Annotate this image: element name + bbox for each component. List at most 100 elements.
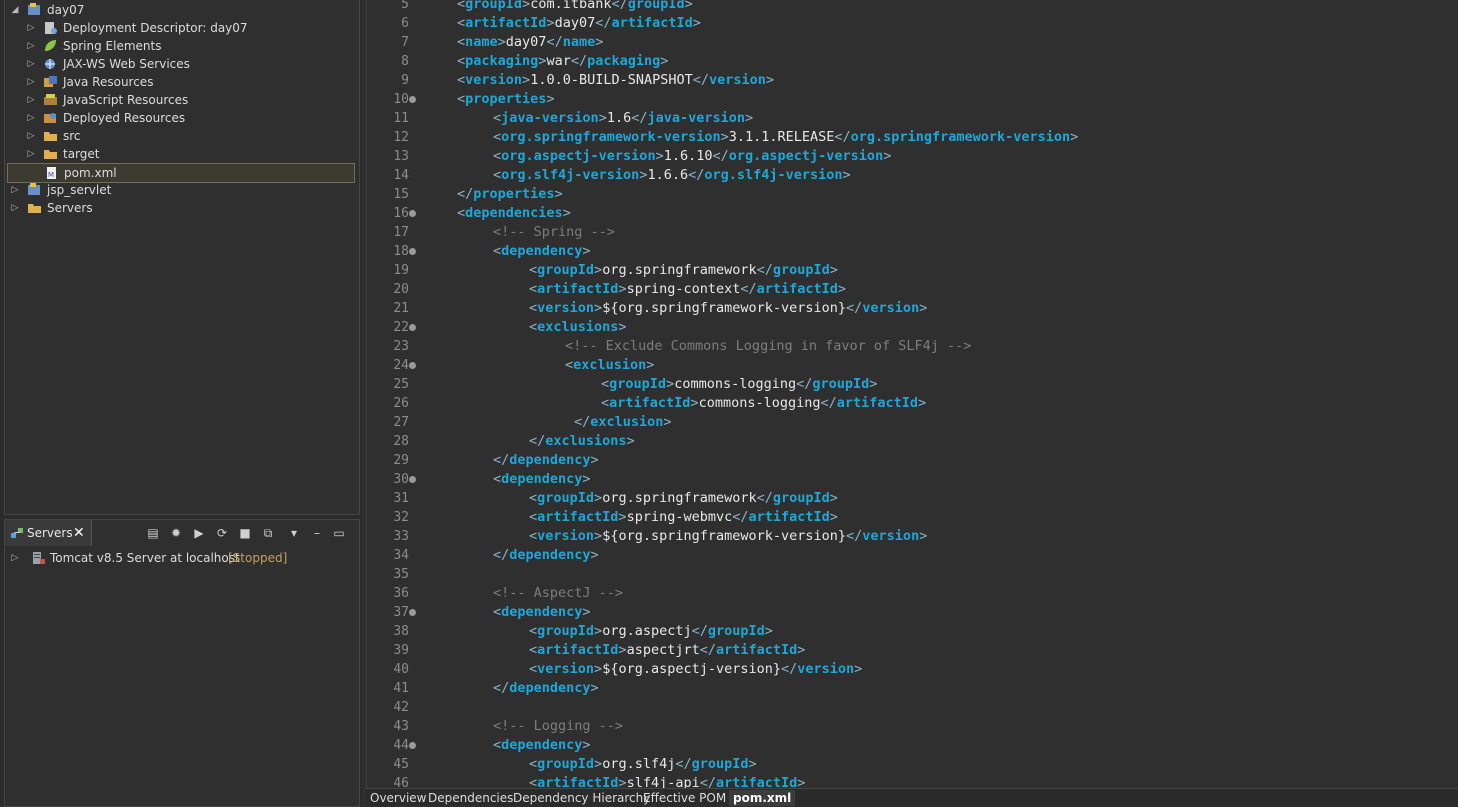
server-row[interactable]: ▷ Tomcat v8.5 Server at localhost [Stopp… bbox=[9, 549, 349, 567]
deployed-resources-icon bbox=[44, 113, 56, 123]
servers-view-icon bbox=[11, 528, 23, 538]
tree-item-deployment-descriptor-day07[interactable]: ▷ Deployment Descriptor: day07 bbox=[25, 19, 335, 37]
fold-toggle-icon[interactable] bbox=[409, 210, 416, 217]
maximize-icon[interactable]: ▭ bbox=[332, 526, 346, 540]
tree-item-label: JavaScript Resources bbox=[63, 93, 189, 107]
tab-servers[interactable]: Servers ✕ bbox=[5, 520, 92, 546]
code-line: <dependency> bbox=[493, 604, 591, 620]
code-line: <groupId>org.slf4j</groupId> bbox=[529, 756, 757, 772]
line-number: 32 bbox=[393, 510, 409, 525]
expand-arrow-icon[interactable]: ▷ bbox=[25, 37, 37, 55]
line-number: 27 bbox=[393, 415, 409, 430]
tree-item-pom-xml[interactable]: Mpom.xml bbox=[7, 163, 355, 183]
code-line: <name>day07</name> bbox=[457, 34, 604, 50]
expand-arrow-icon[interactable]: ◢ bbox=[9, 1, 21, 19]
code-line: </exclusions> bbox=[529, 433, 635, 449]
tree-item-label: JAX-WS Web Services bbox=[63, 57, 190, 71]
code-line: <version>${org.aspectj-version}</version… bbox=[529, 661, 863, 677]
line-number: 17 bbox=[393, 225, 409, 240]
tree-item-jsp-servlet[interactable]: ▷ jsp_servlet bbox=[9, 181, 335, 199]
line-number: 45 bbox=[393, 757, 409, 772]
servers-view: Servers ✕ ▤ ✹ ▶ ⟳ ■ ⧉ ▾ – ▭ ▷ Tomcat v8.… bbox=[4, 519, 360, 807]
code-line: <properties> bbox=[457, 91, 555, 107]
code-line: <dependency> bbox=[493, 243, 591, 259]
pom-xml-editor[interactable]: 5 6 7 8 9 10 11 12 13 14 15 16 17 18 19 20 21 22 23 24 25 26 2… bbox=[366, 0, 1458, 788]
line-number: 5 bbox=[401, 0, 409, 12]
tree-item-servers[interactable]: ▷ Servers bbox=[9, 199, 335, 217]
profile-server-icon[interactable]: ⟳ bbox=[215, 526, 229, 540]
tree-item-src[interactable]: ▷ src bbox=[25, 127, 335, 145]
servers-tab-label: Servers bbox=[27, 526, 73, 540]
fold-toggle-icon[interactable] bbox=[409, 476, 416, 483]
line-number: 23 bbox=[393, 339, 409, 354]
expand-arrow-icon[interactable]: ▷ bbox=[9, 181, 21, 199]
tree-item-spring-elements[interactable]: ▷ Spring Elements bbox=[25, 37, 335, 55]
publish-icon[interactable]: ⧉ bbox=[261, 526, 275, 540]
code-line: </dependency> bbox=[493, 452, 599, 468]
debug-server-icon[interactable]: ✹ bbox=[169, 526, 183, 540]
line-number: 24 bbox=[393, 358, 409, 373]
code-line: <artifactId>commons-logging</artifactId> bbox=[601, 395, 927, 411]
line-number: 13 bbox=[393, 149, 409, 164]
line-number: 40 bbox=[393, 662, 409, 677]
stop-server-icon[interactable]: ■ bbox=[238, 526, 252, 540]
line-number: 22 bbox=[393, 320, 409, 335]
expand-arrow-icon[interactable]: ▷ bbox=[9, 199, 21, 217]
code-line: <java-version>1.6</java-version> bbox=[493, 110, 754, 126]
code-line: </properties> bbox=[457, 186, 563, 202]
line-number: 38 bbox=[393, 624, 409, 639]
tab-effective-pom[interactable]: Effective POM bbox=[643, 790, 726, 806]
expand-arrow-icon[interactable]: ▷ bbox=[25, 145, 37, 163]
collapse-all-icon[interactable]: ▤ bbox=[146, 526, 160, 540]
line-number: 7 bbox=[401, 35, 409, 50]
expand-arrow-icon[interactable]: ▷ bbox=[25, 55, 37, 73]
line-number: 14 bbox=[393, 168, 409, 183]
minimize-icon[interactable]: – bbox=[310, 526, 324, 540]
line-number: 12 bbox=[393, 130, 409, 145]
line-number: 42 bbox=[393, 700, 409, 715]
code-line: <version>1.0.0-BUILD-SNAPSHOT</version> bbox=[457, 72, 775, 88]
line-number: 26 bbox=[393, 396, 409, 411]
line-number: 10 bbox=[393, 92, 409, 107]
fold-toggle-icon[interactable] bbox=[409, 609, 416, 616]
line-number: 20 bbox=[393, 282, 409, 297]
tree-item-day07[interactable]: ◢ day07 bbox=[9, 1, 335, 19]
fold-toggle-icon[interactable] bbox=[409, 324, 416, 331]
tree-item-java-resources[interactable]: ▷ Java Resources bbox=[25, 73, 335, 91]
expand-arrow-icon[interactable]: ▷ bbox=[25, 73, 37, 91]
server-name: Tomcat v8.5 Server at localhost bbox=[50, 551, 240, 565]
expand-arrow-icon[interactable]: ▷ bbox=[9, 549, 21, 567]
fold-toggle-icon[interactable] bbox=[409, 248, 416, 255]
code-line: <artifactId>spring-context</artifactId> bbox=[529, 281, 847, 297]
start-server-icon[interactable]: ▶ bbox=[192, 526, 206, 540]
code-line: <exclusion> bbox=[565, 357, 655, 373]
folder-icon bbox=[44, 150, 57, 159]
fold-toggle-icon[interactable] bbox=[409, 362, 416, 369]
code-line: <groupId>org.springframework</groupId> bbox=[529, 262, 838, 278]
close-icon[interactable]: ✕ bbox=[73, 525, 85, 541]
expand-arrow-icon[interactable]: ▷ bbox=[25, 19, 37, 37]
tree-item-target[interactable]: ▷ target bbox=[25, 145, 335, 163]
fold-toggle-icon[interactable] bbox=[409, 742, 416, 749]
expand-arrow-icon[interactable]: ▷ bbox=[25, 127, 37, 145]
tree-item-jax-ws-web-services[interactable]: ▷ JAX-WS Web Services bbox=[25, 55, 335, 73]
tab-dependencies[interactable]: Dependencies bbox=[428, 790, 513, 806]
tree-item-deployed-resources[interactable]: ▷ Deployed Resources bbox=[25, 109, 335, 127]
svg-text:M: M bbox=[48, 171, 54, 179]
line-number: 25 bbox=[393, 377, 409, 392]
line-number: 39 bbox=[393, 643, 409, 658]
tab-overview[interactable]: Overview bbox=[370, 790, 427, 806]
tree-item-javascript-resources[interactable]: ▷ JavaScript Resources bbox=[25, 91, 335, 109]
tab-dependency-hierarchy[interactable]: Dependency Hierarchy bbox=[513, 790, 650, 806]
code-line: <org.aspectj-version>1.6.10</org.aspectj… bbox=[493, 148, 892, 164]
line-number: 11 bbox=[393, 111, 409, 126]
fold-toggle-icon[interactable] bbox=[409, 96, 416, 103]
line-number: 41 bbox=[393, 681, 409, 696]
js-resources-icon bbox=[44, 94, 57, 105]
line-number: 36 bbox=[393, 586, 409, 601]
view-menu-icon[interactable]: ▾ bbox=[287, 526, 301, 540]
tab-pom-xml[interactable]: pom.xml bbox=[729, 790, 796, 806]
expand-arrow-icon[interactable]: ▷ bbox=[25, 91, 37, 109]
expand-arrow-icon[interactable]: ▷ bbox=[25, 109, 37, 127]
line-number: 34 bbox=[393, 548, 409, 563]
